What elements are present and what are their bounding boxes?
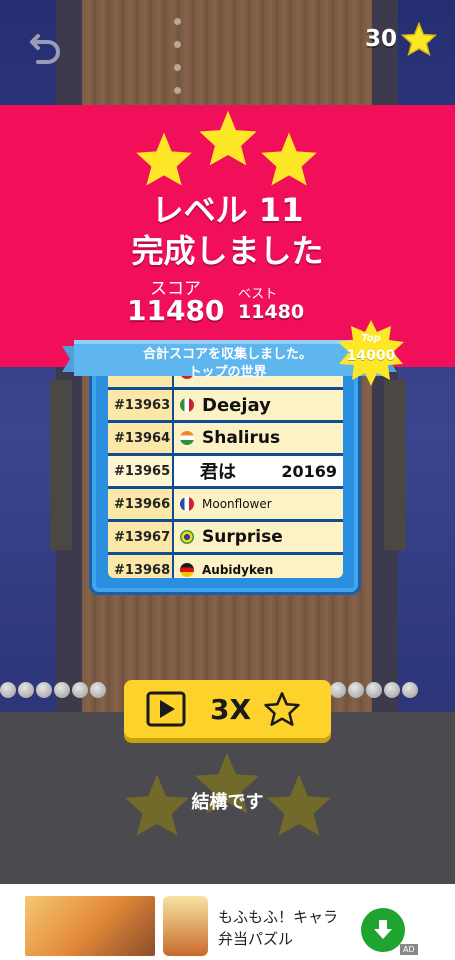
star-icon — [199, 110, 257, 166]
leaderboard-row: #13966 Moonflower — [108, 489, 343, 519]
leaderboard-list[interactable]: #13962 Darthvader #13963 Deejay #13964 S… — [108, 371, 343, 578]
leaderboard-row-current-player: #13965 君は 20169 — [108, 456, 343, 486]
rank-label: #13964 — [108, 423, 174, 453]
player-name: Deejay — [202, 394, 271, 416]
pillar-left — [50, 380, 72, 550]
triple-stars-video-button[interactable]: 3X — [124, 680, 331, 738]
player-name: Aubidyken — [202, 563, 274, 577]
best-label: ベスト — [238, 287, 278, 302]
ad-download-button[interactable] — [361, 908, 405, 952]
ball-rack-right — [330, 682, 418, 698]
download-arrow-icon — [374, 920, 392, 939]
flag-icon — [180, 398, 194, 412]
star-icon — [136, 132, 192, 186]
best-value: 11480 — [238, 301, 305, 323]
leaderboard-row: #13967 Surprise — [108, 522, 343, 552]
player-name: Moonflower — [202, 497, 272, 511]
player-name: 君は — [200, 462, 236, 483]
leaderboard-row: #13968 Aubidyken — [108, 555, 343, 578]
flag-icon — [180, 563, 194, 577]
no-thanks-button[interactable]: 結構です — [0, 788, 455, 814]
level-complete-text: 完成しました — [131, 232, 324, 270]
level-title: レベル 11 — [151, 191, 304, 229]
back-button[interactable] — [26, 26, 66, 66]
play-video-icon — [146, 691, 186, 727]
flag-icon — [180, 431, 194, 445]
star-icon — [401, 22, 437, 56]
rank-label: #13963 — [108, 390, 174, 420]
multiplier-label: 3X — [210, 692, 252, 726]
ad-title-line2[interactable]: 弁当パズル — [218, 928, 293, 949]
pillar-right — [384, 380, 406, 550]
top-badge-label: Top — [361, 333, 381, 344]
leaderboard-panel: #13962 Darthvader #13963 Deejay #13964 S… — [89, 360, 361, 595]
rank-label: #13966 — [108, 489, 174, 519]
ad-app-icon[interactable] — [163, 896, 208, 956]
player-name: Shalirus — [202, 428, 281, 448]
rank-label: #13965 — [108, 456, 174, 486]
player-name: Surprise — [202, 527, 283, 547]
rank-label: #13967 — [108, 522, 174, 552]
rank-label: #13968 — [108, 555, 174, 578]
flag-icon — [180, 497, 194, 511]
score-value: 11480 — [127, 294, 225, 327]
undo-icon — [30, 34, 60, 64]
coin-count: 30 — [364, 26, 397, 52]
top-badge-value: 14000 — [346, 348, 396, 364]
ad-image[interactable] — [25, 896, 155, 956]
ad-badge: AD — [400, 944, 418, 955]
ball-rack-left — [0, 682, 106, 698]
flag-icon — [180, 530, 194, 544]
lane-markers — [174, 18, 182, 110]
ad-title[interactable]: もふもふ！キャラ — [218, 906, 338, 927]
leaderboard-row: #13964 Shalirus — [108, 423, 343, 453]
star-outline-icon — [264, 692, 300, 726]
star-icon — [261, 132, 317, 186]
leaderboard-row: #13963 Deejay — [108, 390, 343, 420]
player-score: 20169 — [281, 461, 337, 481]
